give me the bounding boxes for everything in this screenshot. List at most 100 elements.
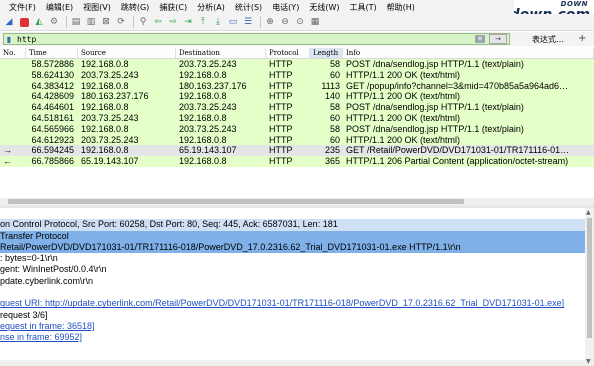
- col-header-destination[interactable]: Destination: [176, 48, 266, 58]
- menu-statistics[interactable]: 统计(S): [230, 2, 267, 13]
- packet-info: HTTP/1.1 200 OK (text/html): [346, 69, 461, 80]
- packet-info: GET /Retail/PowerDVD/DVD171031-01/TR1711…: [346, 145, 570, 156]
- add-filter-button[interactable]: +: [578, 33, 586, 44]
- packet-row-selected[interactable]: → 66.594245 192.168.0.8 65.19.143.107 HT…: [0, 145, 594, 157]
- packet-source: 192.168.0.8: [81, 123, 129, 134]
- autoscroll-icon[interactable]: ▭: [227, 16, 239, 28]
- packet-source: 180.163.237.176: [81, 91, 149, 102]
- options-gear-icon[interactable]: ⚙: [48, 16, 60, 28]
- display-filter-input[interactable]: ▮ http ✕ →: [3, 33, 510, 45]
- close-file-icon[interactable]: ⊠: [100, 16, 112, 28]
- clear-filter-icon[interactable]: ✕: [475, 35, 485, 43]
- packet-length: 58: [329, 102, 340, 113]
- scroll-up-icon[interactable]: ▲: [586, 209, 591, 216]
- zoom-reset-icon[interactable]: ⊙: [294, 16, 306, 28]
- menu-view[interactable]: 视图(V): [78, 2, 116, 13]
- detail-link-response-frame[interactable]: nse in frame: 69952]: [0, 332, 585, 343]
- detail-line-tcp[interactable]: on Control Protocol, Src Port: 60258, Ds…: [0, 219, 585, 231]
- detail-line[interactable]: pdate.cyberlink.com\r\n: [0, 276, 585, 287]
- menu-help[interactable]: 帮助(H): [382, 2, 420, 13]
- detail-line-request[interactable]: Retail/PowerDVD/DVD171031-01/TR171116-01…: [0, 241, 585, 254]
- zoom-out-icon[interactable]: ⊖: [279, 16, 291, 28]
- stop-icon[interactable]: [18, 16, 30, 28]
- packet-source: 203.73.25.243: [81, 112, 139, 123]
- packet-protocol: HTTP: [269, 123, 293, 134]
- restart-icon[interactable]: ◭: [33, 16, 45, 28]
- find-icon[interactable]: ⚲: [137, 16, 149, 28]
- go-first-icon[interactable]: ⤒: [197, 16, 209, 28]
- detail-line[interactable]: [0, 287, 585, 298]
- request-frame-text[interactable]: equest in frame: 36518]: [0, 321, 95, 331]
- reload-icon[interactable]: ⟳: [115, 16, 127, 28]
- packet-row[interactable]: ← 66.785866 65.19.143.107 192.168.0.8 HT…: [0, 156, 594, 167]
- col-header-no[interactable]: No.: [0, 48, 26, 58]
- go-forward-icon[interactable]: ⇨: [167, 16, 179, 28]
- packet-destination: 192.168.0.8: [179, 69, 227, 80]
- response-frame-text[interactable]: nse in frame: 69952]: [0, 332, 82, 342]
- menu-capture[interactable]: 捕获(C): [154, 2, 192, 13]
- scrollbar-thumb[interactable]: [8, 199, 464, 204]
- menu-analyze[interactable]: 分析(A): [192, 2, 230, 13]
- detail-line[interactable]: : bytes=0-1\r\n: [0, 253, 585, 264]
- menu-go[interactable]: 跳转(G): [116, 2, 154, 13]
- packet-time: 64.464601: [31, 102, 74, 113]
- save-icon[interactable]: ▥: [85, 16, 97, 28]
- col-header-protocol[interactable]: Protocol: [266, 48, 310, 58]
- packet-row[interactable]: 64.464601 192.168.0.8 203.73.25.243 HTTP…: [0, 102, 594, 113]
- packet-no: [0, 91, 26, 102]
- go-last-icon[interactable]: ⤓: [212, 16, 224, 28]
- col-header-source[interactable]: Source: [78, 48, 176, 58]
- packet-row[interactable]: 64.518161 203.73.25.243 192.168.0.8 HTTP…: [0, 112, 594, 124]
- full-uri-text[interactable]: quest URI: http://update.cyberlink.com/R…: [0, 298, 564, 308]
- menu-bar: 文件(F) 编辑(E) 视图(V) 跳转(G) 捕获(C) 分析(A) 统计(S…: [0, 0, 594, 14]
- packet-row[interactable]: 58.624130 203.73.25.243 192.168.0.8 HTTP…: [0, 69, 594, 81]
- col-header-length[interactable]: Length: [310, 48, 343, 58]
- packet-destination: 192.168.0.8: [179, 134, 227, 145]
- packet-length: 58: [329, 59, 340, 69]
- packet-source: 192.168.0.8: [81, 80, 129, 91]
- packet-row[interactable]: 64.428609 180.163.237.176 192.168.0.8 HT…: [0, 91, 594, 103]
- col-header-time[interactable]: Time: [26, 48, 78, 58]
- resize-columns-icon[interactable]: ▦: [309, 16, 321, 28]
- scroll-down-icon[interactable]: ▼: [586, 358, 591, 365]
- packet-time: 64.612923: [31, 134, 74, 145]
- detail-link-request-frame[interactable]: equest in frame: 36518]: [0, 321, 585, 332]
- packet-info: GET /popup/info?channel=3&mid=470b85a5a9…: [346, 80, 569, 91]
- bookmark-icon[interactable]: ▮: [4, 34, 14, 44]
- open-icon[interactable]: ▤: [70, 16, 82, 28]
- packet-row[interactable]: 64.383412 192.168.0.8 180.163.237.176 HT…: [0, 80, 594, 92]
- menu-telephony[interactable]: 电话(Y): [267, 2, 304, 13]
- details-horizontal-scrollbar[interactable]: [0, 360, 585, 366]
- col-header-info[interactable]: Info: [343, 48, 594, 58]
- zoom-in-icon[interactable]: ⊕: [264, 16, 276, 28]
- filter-text[interactable]: http: [14, 35, 36, 44]
- menu-wireless[interactable]: 无线(W): [304, 2, 344, 13]
- menu-edit[interactable]: 编辑(E): [41, 2, 78, 13]
- packet-list-horizontal-scrollbar[interactable]: [0, 198, 594, 205]
- scrollbar-thumb[interactable]: [587, 218, 592, 338]
- detail-link-full-uri[interactable]: quest URI: http://update.cyberlink.com/R…: [0, 298, 585, 309]
- detail-line[interactable]: [0, 208, 585, 219]
- packet-info: HTTP/1.1 200 OK (text/html): [346, 112, 461, 123]
- menu-file[interactable]: 文件(F): [4, 2, 41, 13]
- packet-row[interactable]: 58.572886 192.168.0.8 203.73.25.243 HTTP…: [0, 59, 594, 70]
- expression-button[interactable]: 表达式…: [532, 34, 564, 45]
- go-back-icon[interactable]: ⇦: [152, 16, 164, 28]
- shark-fin-icon[interactable]: ◢: [3, 16, 15, 28]
- packet-row[interactable]: 64.565966 192.168.0.8 203.73.25.243 HTTP…: [0, 123, 594, 135]
- detail-line-http[interactable]: Transfer Protocol: [0, 230, 585, 242]
- packet-destination: 192.168.0.8: [179, 91, 227, 102]
- detail-line[interactable]: request 3/6]: [0, 310, 585, 321]
- go-to-packet-icon[interactable]: ⇥: [182, 16, 194, 28]
- packet-no: [0, 113, 26, 124]
- packet-source: 192.168.0.8: [81, 59, 129, 69]
- packet-row[interactable]: 64.612923 203.73.25.243 192.168.0.8 HTTP…: [0, 134, 594, 146]
- apply-filter-button[interactable]: →: [489, 34, 507, 44]
- details-vertical-scrollbar[interactable]: ▲ ▼: [585, 208, 594, 366]
- detail-line[interactable]: gent: WinInetPost/0.0.4\r\n: [0, 264, 585, 275]
- packet-destination: 180.163.237.176: [179, 80, 247, 91]
- packet-time: 64.565966: [31, 123, 74, 134]
- colorize-icon[interactable]: ☰: [242, 16, 254, 28]
- menu-tools[interactable]: 工具(T): [344, 2, 381, 13]
- packet-length: 235: [324, 145, 340, 156]
